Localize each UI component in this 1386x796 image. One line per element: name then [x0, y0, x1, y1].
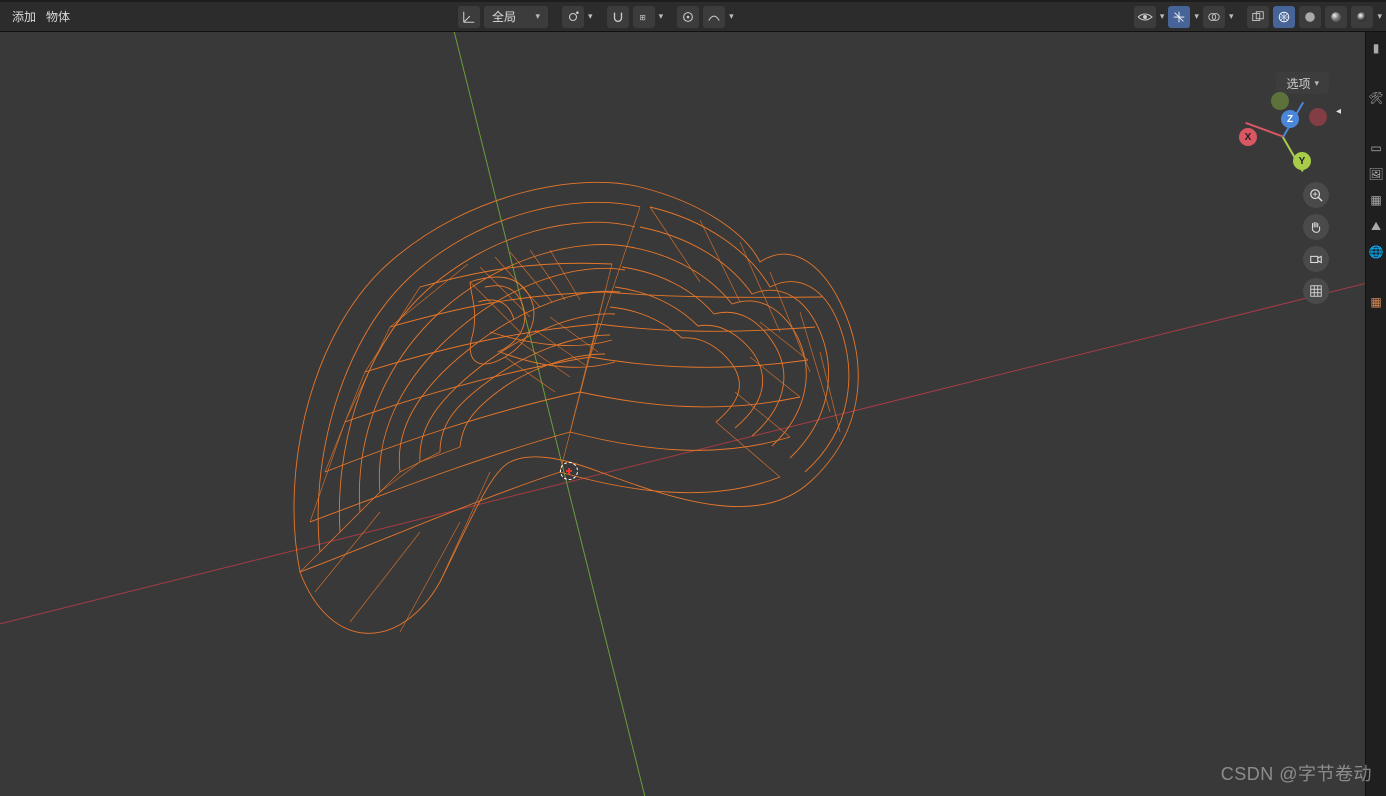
menu-object[interactable]: 物体: [46, 8, 70, 25]
gizmo-axis-z[interactable]: Z: [1281, 110, 1299, 128]
proportional-falloff-dropdown[interactable]: [703, 6, 725, 28]
viewport-options-dropdown[interactable]: 选项▾: [1276, 72, 1329, 94]
proportional-edit-toggle[interactable]: [677, 6, 699, 28]
prop-tab-active[interactable]: ▮: [1368, 40, 1384, 56]
viewport-nav-buttons: [1303, 182, 1329, 304]
app-root: 添加 物体 全局▾ ▾ ⊞ ▾ ▾: [0, 0, 1386, 796]
prop-tab-scene-icon[interactable]: ⛰: [1368, 218, 1384, 234]
overlays-chevron[interactable]: ▾: [1229, 11, 1234, 22]
gizmo-axis-x[interactable]: X: [1239, 128, 1257, 146]
prop-tab-render-icon[interactable]: ▭: [1368, 140, 1384, 156]
shading-rendered[interactable]: [1351, 6, 1373, 28]
3d-viewport[interactable]: 选项▾ ◂ X Y Z: [0, 32, 1365, 796]
perspective-toggle-button[interactable]: [1303, 278, 1329, 304]
zoom-button[interactable]: [1303, 182, 1329, 208]
show-overlays-toggle[interactable]: [1203, 6, 1225, 28]
gizmo-axis-neg-x[interactable]: [1309, 108, 1327, 126]
snap-to-dropdown[interactable]: ⊞: [633, 6, 655, 28]
visibility-chevron[interactable]: ▾: [1160, 11, 1165, 22]
prop-tab-texture-icon[interactable]: ▦: [1368, 294, 1384, 310]
properties-tabs-strip: ▮ 🛠 ▭ 🖼 ▦ ⛰ 🌐 ▦: [1365, 32, 1386, 796]
header-menus-left: 添加 物体: [4, 8, 70, 25]
shading-solid[interactable]: [1299, 6, 1321, 28]
snap-chevron[interactable]: ▾: [659, 11, 664, 22]
shading-material[interactable]: [1325, 6, 1347, 28]
watermark-text: CSDN @字节卷动: [1221, 760, 1372, 786]
prop-tab-world-icon[interactable]: 🌐: [1368, 244, 1384, 260]
gizmo-axis-neg-y[interactable]: [1271, 92, 1289, 110]
shading-wireframe[interactable]: [1273, 6, 1295, 28]
prop-tab-tool-icon[interactable]: 🛠: [1368, 90, 1384, 106]
transform-orientation-icon[interactable]: [458, 6, 480, 28]
panel-collapse-caret[interactable]: ◂: [1336, 106, 1341, 117]
show-gizmo-toggle[interactable]: [1168, 6, 1190, 28]
snap-toggle[interactable]: [607, 6, 629, 28]
pivot-chevron[interactable]: ▾: [588, 11, 593, 22]
gizmo-chevron[interactable]: ▾: [1194, 11, 1199, 22]
gizmo-axis-y[interactable]: Y: [1293, 152, 1311, 170]
xray-toggle[interactable]: [1247, 6, 1269, 28]
viewport-header: 添加 物体 全局▾ ▾ ⊞ ▾ ▾: [0, 2, 1386, 32]
3d-cursor: [558, 460, 580, 482]
transform-orientation-dropdown[interactable]: 全局▾: [484, 6, 548, 28]
pan-button[interactable]: [1303, 214, 1329, 240]
menu-add[interactable]: 添加: [12, 8, 36, 25]
navigation-gizmo[interactable]: X Y Z: [1243, 96, 1323, 176]
wireframe-mesh: [0, 32, 1365, 796]
shading-chevron[interactable]: ▾: [1377, 11, 1382, 22]
pivot-point-dropdown[interactable]: [562, 6, 584, 28]
prop-tab-view-icon[interactable]: ▦: [1368, 192, 1384, 208]
visibility-eye-icon[interactable]: [1134, 6, 1156, 28]
svg-text:⊞: ⊞: [639, 13, 645, 22]
prop-tab-output-icon[interactable]: 🖼: [1368, 166, 1384, 182]
camera-view-button[interactable]: [1303, 246, 1329, 272]
proportional-chevron[interactable]: ▾: [729, 11, 734, 22]
